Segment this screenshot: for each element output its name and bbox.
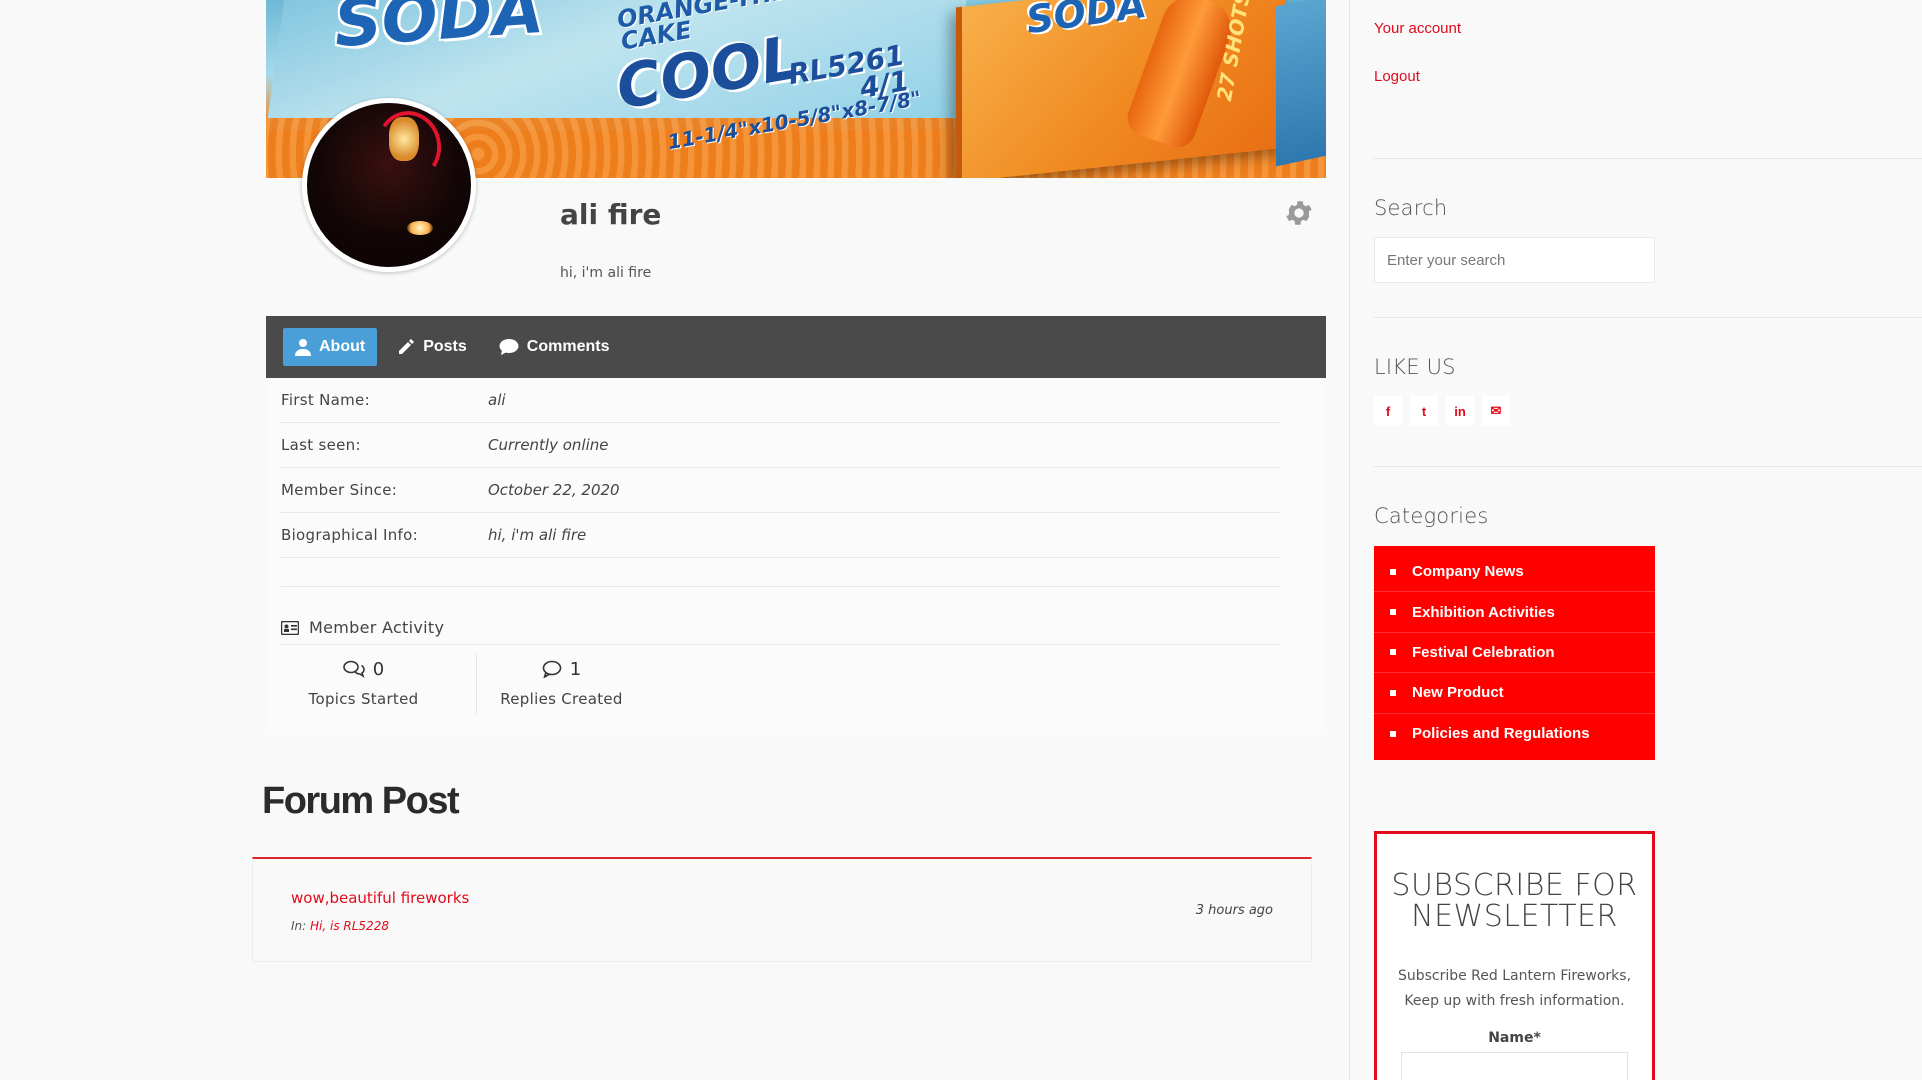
facebook-icon[interactable]: f: [1374, 396, 1402, 426]
about-row-bio: Biographical Info: hi, i'm ali fire: [281, 513, 1281, 558]
stat-count-row: 0: [266, 656, 461, 682]
comment-icon: [499, 339, 519, 355]
stat-replies-created: 1 Replies Created: [464, 656, 659, 709]
avatar[interactable]: [302, 98, 476, 272]
about-value: October 22, 2020: [488, 481, 620, 499]
stat-caption: Topics Started: [308, 690, 419, 708]
stat-topics-started: 0 Topics Started: [266, 656, 461, 709]
bullet-icon: [1390, 568, 1396, 575]
divider: [1374, 466, 1922, 467]
forum-post-title: Forum Post: [262, 780, 460, 822]
about-value: Currently online: [488, 436, 609, 454]
avatar-flame: [407, 221, 433, 235]
category-link-company-news[interactable]: Company News: [1412, 563, 1524, 580]
reply-icon: [542, 660, 562, 678]
avatar-face: [389, 117, 419, 161]
about-row-member-since: Member Since: October 22, 2020: [281, 468, 1281, 513]
cover-side-box: [1276, 0, 1326, 167]
divider: [1374, 158, 1922, 159]
profile-tabs: About Posts Comments: [266, 316, 1326, 378]
about-row-first-name: First Name: ali: [281, 378, 1281, 423]
newsletter-text: Subscribe Red Lantern Fireworks, Keep up…: [1397, 968, 1632, 1009]
sidebar: Your account Logout Search LIKE US f t i…: [1374, 0, 1922, 1080]
about-label: Last seen:: [281, 436, 361, 454]
profile-name: ali fire: [560, 198, 662, 231]
email-icon[interactable]: ✉: [1482, 396, 1510, 426]
category-item: Festival Celebration: [1374, 633, 1655, 674]
category-link-policies[interactable]: Policies and Regulations: [1412, 725, 1590, 742]
member-activity-heading: Member Activity: [281, 618, 444, 637]
bullet-icon: [1390, 649, 1396, 656]
newsletter-name-label: Name*: [1488, 1030, 1541, 1046]
profile-bio: hi, i'm ali fire: [560, 265, 652, 281]
categories-title: Categories: [1374, 504, 1489, 528]
stat-count-row: 1: [464, 656, 659, 682]
bullet-icon: [1390, 730, 1396, 737]
about-label: Member Since:: [281, 481, 398, 499]
search-input[interactable]: [1374, 237, 1655, 283]
stat-caption: Replies Created: [500, 690, 623, 708]
logout-link[interactable]: Logout: [1374, 68, 1420, 85]
stat-count: 0: [372, 658, 385, 680]
bullet-icon: [1390, 609, 1396, 616]
newsletter-title: SUBSCRIBE FOR NEWSLETTER: [1391, 868, 1638, 934]
linkedin-icon[interactable]: in: [1446, 396, 1474, 426]
about-value: ali: [488, 391, 506, 409]
search-title: Search: [1374, 196, 1448, 220]
about-label: First Name:: [281, 391, 370, 409]
topics-icon: [342, 660, 365, 678]
forum-post-item: wow,beautiful fireworks In: Hi, is RL522…: [252, 857, 1312, 962]
stat-count: 1: [569, 658, 582, 680]
about-value: hi, i'm ali fire: [488, 526, 587, 544]
tab-comments[interactable]: Comments: [487, 328, 622, 366]
forum-post-link[interactable]: wow,beautiful fireworks: [291, 889, 469, 907]
tab-posts-label: Posts: [423, 338, 467, 355]
newsletter-name-input[interactable]: [1401, 1052, 1628, 1080]
divider: [281, 644, 1281, 645]
gear-icon: [1286, 201, 1312, 225]
bullet-icon: [1390, 689, 1396, 696]
pencil-icon: [399, 339, 415, 354]
about-panel: First Name: ali Last seen: Currently onl…: [266, 378, 1326, 734]
tab-posts[interactable]: Posts: [385, 328, 479, 366]
divider: [281, 586, 1281, 587]
like-us-title: LIKE US: [1374, 355, 1456, 379]
category-item: Policies and Regulations: [1374, 714, 1655, 754]
forum-topic-link[interactable]: Hi, is RL5228: [310, 919, 389, 933]
about-label: Biographical Info:: [281, 526, 418, 544]
social-links: f t in ✉: [1374, 396, 1510, 426]
forum-post-in-label: In:: [291, 919, 307, 933]
user-icon: [295, 339, 311, 356]
category-item: Company News: [1374, 552, 1655, 593]
your-account-link[interactable]: Your account: [1374, 20, 1461, 37]
category-item: New Product: [1374, 673, 1655, 714]
sidebar-border: [1349, 0, 1350, 1080]
divider: [1374, 317, 1922, 318]
newsletter-box: SUBSCRIBE FOR NEWSLETTER Subscribe Red L…: [1374, 831, 1655, 1080]
member-activity-title: Member Activity: [309, 618, 445, 637]
about-row-last-seen: Last seen: Currently online: [281, 423, 1281, 468]
category-link-exhibition-activities[interactable]: Exhibition Activities: [1412, 604, 1555, 621]
tab-about[interactable]: About: [283, 328, 378, 366]
forum-post-time: 3 hours ago: [1195, 903, 1273, 918]
categories-list: Company News Exhibition Activities Festi…: [1374, 546, 1655, 760]
category-item: Exhibition Activities: [1374, 592, 1655, 633]
category-link-new-product[interactable]: New Product: [1412, 684, 1504, 701]
tab-about-label: About: [319, 338, 366, 355]
id-card-icon: [281, 620, 299, 635]
forum-post-topic: In: Hi, is RL5228: [291, 919, 389, 933]
tab-comments-label: Comments: [526, 338, 610, 355]
category-link-festival-celebration[interactable]: Festival Celebration: [1412, 644, 1555, 661]
settings-gear-icon[interactable]: [1282, 196, 1316, 230]
twitter-icon[interactable]: t: [1410, 396, 1438, 426]
